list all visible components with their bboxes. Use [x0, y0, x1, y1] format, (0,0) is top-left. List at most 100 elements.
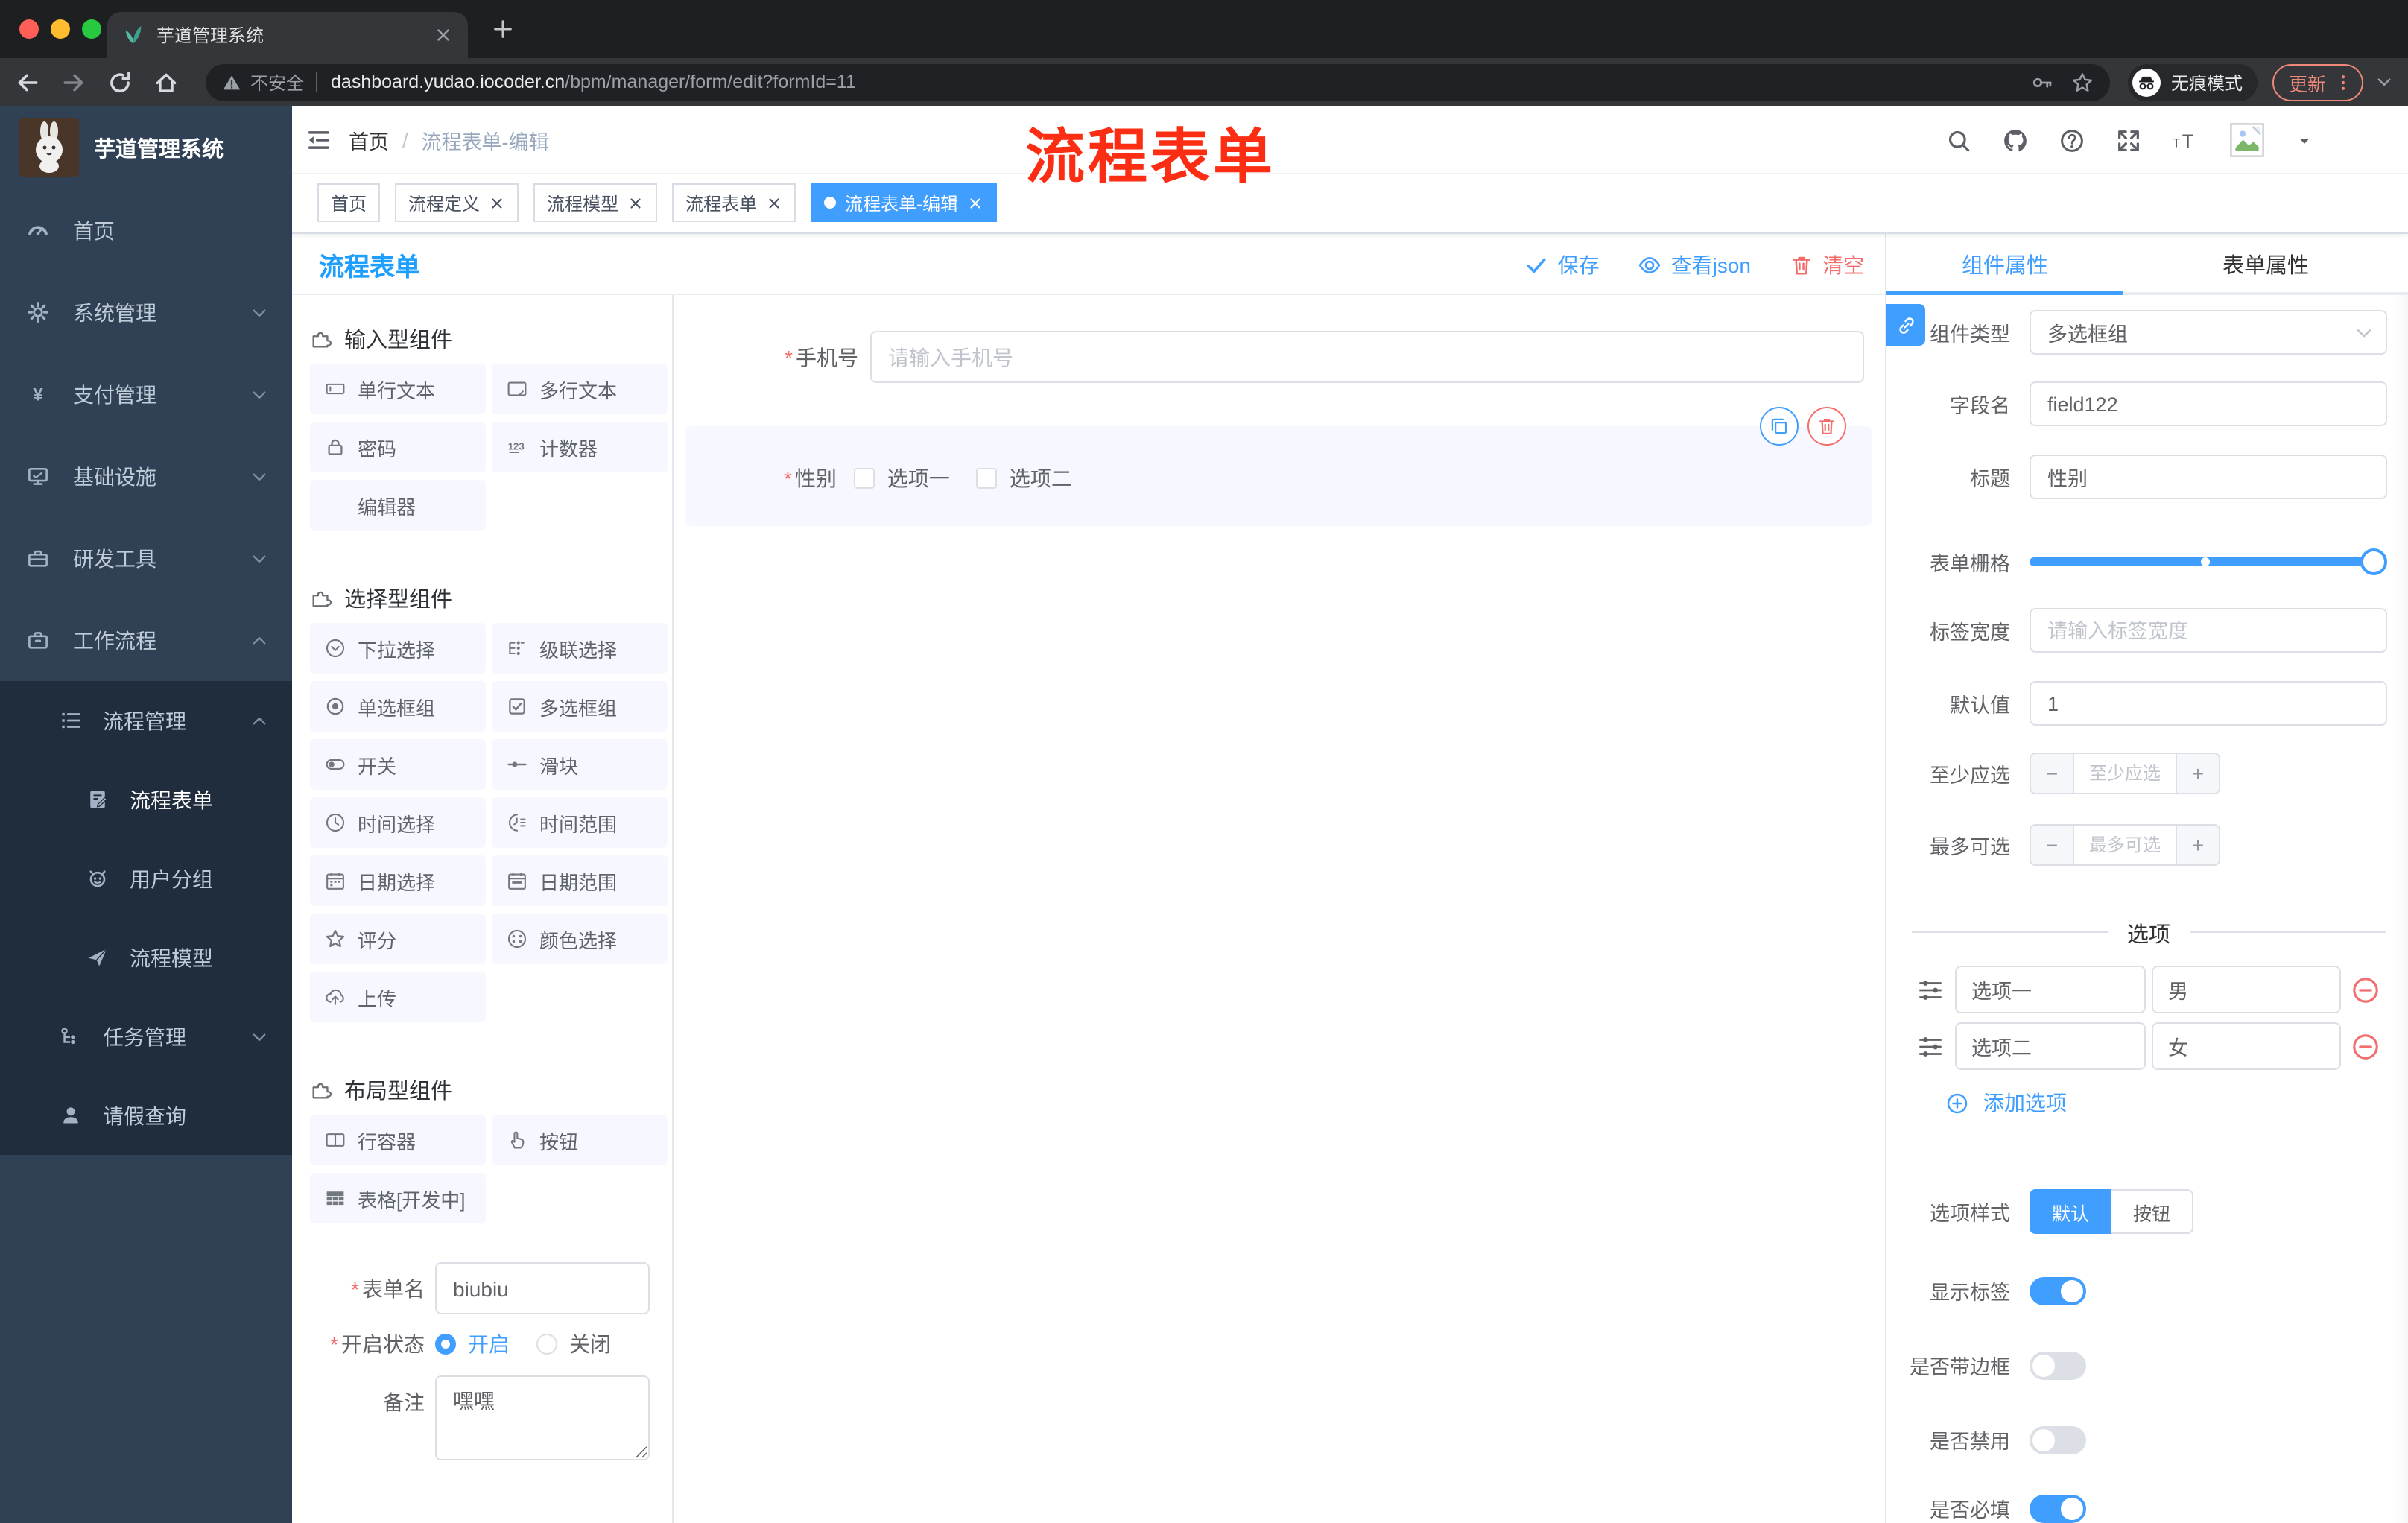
status-off-label[interactable]: 关闭	[569, 1329, 611, 1359]
drag-handle-icon[interactable]	[1916, 1032, 1945, 1060]
toggle-on[interactable]	[2030, 1276, 2086, 1305]
link-tag-button[interactable]	[1886, 304, 1925, 346]
gender-option1-label[interactable]: 选项一	[887, 463, 950, 493]
palette-item[interactable]: 日期范围	[492, 855, 668, 906]
sidebar-item-5[interactable]: 研发工具	[0, 517, 292, 599]
palette-item[interactable]: 表格[开发中]	[310, 1173, 486, 1223]
palette-item[interactable]: 下拉选择	[310, 623, 486, 674]
gender-option2-checkbox[interactable]	[976, 468, 998, 489]
title-input[interactable]	[2030, 455, 2387, 499]
url-text[interactable]: dashboard.yudao.iocoder.cn/bpm/manager/f…	[331, 72, 2013, 92]
palette-item[interactable]: 单选框组	[310, 681, 486, 732]
sidebar-fold-icon[interactable]	[305, 127, 332, 153]
avatar[interactable]	[2229, 122, 2265, 158]
palette-item[interactable]: 编辑器	[310, 480, 486, 531]
clear-button[interactable]: 清空	[1790, 250, 1864, 279]
palette-item[interactable]: 级联选择	[492, 623, 668, 674]
sidebar-item-9[interactable]: 用户分组	[0, 839, 292, 918]
phone-field-input[interactable]	[870, 331, 1864, 383]
palette-item[interactable]: 单行文本	[310, 364, 486, 414]
tab-form-props[interactable]: 表单属性	[2123, 234, 2408, 295]
scroll-gutter[interactable]	[2393, 295, 2408, 1523]
status-on-label[interactable]: 开启	[468, 1329, 510, 1359]
new-tab-button[interactable]	[492, 18, 514, 40]
tags-view-tab-4[interactable]: 流程表单	[672, 183, 796, 222]
palette-item[interactable]: 滑块	[492, 739, 668, 790]
remove-option-icon[interactable]	[2351, 1032, 2380, 1060]
gender-option1-checkbox[interactable]	[854, 468, 875, 489]
minus-button[interactable]: −	[2031, 826, 2074, 864]
label-width-input[interactable]	[2030, 608, 2387, 653]
status-on-radio[interactable]	[435, 1334, 456, 1355]
toggle-off[interactable]	[2030, 1351, 2086, 1379]
font-size-icon[interactable]: TT	[2173, 127, 2198, 153]
security-label[interactable]: 不安全	[250, 69, 304, 95]
tag-close-icon[interactable]	[967, 194, 983, 211]
sidebar-item-1[interactable]: 首页	[0, 189, 292, 271]
bookmark-star-icon[interactable]	[2071, 71, 2094, 93]
palette-item[interactable]: 日期选择	[310, 855, 486, 906]
browser-menu-icon[interactable]	[2333, 72, 2353, 92]
breadcrumb-home[interactable]: 首页	[349, 125, 389, 155]
tag-close-icon[interactable]	[627, 194, 644, 211]
slider-thumb[interactable]	[2360, 548, 2387, 575]
form-grid-slider[interactable]	[2030, 548, 2387, 575]
sidebar-item-7[interactable]: 流程管理	[0, 681, 292, 760]
status-off-radio[interactable]	[536, 1334, 557, 1355]
security-warning-icon[interactable]	[222, 72, 241, 92]
toggle-on[interactable]	[2030, 1494, 2086, 1522]
sidebar-item-10[interactable]: 流程模型	[0, 918, 292, 997]
form-name-input[interactable]	[435, 1262, 650, 1314]
palette-item[interactable]: 多选框组	[492, 681, 668, 732]
search-icon[interactable]	[1946, 127, 1971, 153]
palette-item[interactable]: 颜色选择	[492, 914, 668, 964]
option-name-input[interactable]	[1955, 966, 2146, 1013]
fullscreen-icon[interactable]	[2116, 127, 2141, 153]
palette-item[interactable]: 行容器	[310, 1115, 486, 1165]
tags-view-tab-1[interactable]: 首页	[317, 183, 381, 222]
option-name-input[interactable]	[1955, 1022, 2146, 1070]
sidebar-item-8[interactable]: 流程表单	[0, 760, 292, 839]
field-name-input[interactable]	[2030, 381, 2387, 426]
palette-item[interactable]: 多行文本	[492, 364, 668, 414]
sidebar-item-6[interactable]: 工作流程	[0, 599, 292, 681]
forward-icon[interactable]	[61, 69, 86, 95]
browser-tab[interactable]: 芋道管理系统	[107, 12, 468, 58]
window-close-button[interactable]	[19, 19, 39, 39]
password-key-icon[interactable]	[2031, 71, 2053, 93]
palette-item[interactable]: 上传	[310, 972, 486, 1022]
github-icon[interactable]	[2003, 127, 2028, 153]
sidebar-logo[interactable]: 芋道管理系统	[0, 106, 292, 189]
home-icon[interactable]	[153, 69, 179, 95]
plus-button[interactable]: +	[2176, 754, 2219, 793]
tags-view-tab-3[interactable]: 流程模型	[533, 183, 658, 222]
palette-item[interactable]: 评分	[310, 914, 486, 964]
component-type-select[interactable]: 多选框组	[2030, 310, 2387, 355]
window-minimize-button[interactable]	[51, 19, 70, 39]
palette-item[interactable]: 时间选择	[310, 797, 486, 848]
save-button[interactable]: 保存	[1525, 250, 1600, 279]
tags-view-tab-5[interactable]: 流程表单-编辑	[811, 183, 998, 222]
sidebar-item-12[interactable]: 请假查询	[0, 1076, 292, 1155]
tab-close-icon[interactable]	[434, 25, 453, 45]
add-option-button[interactable]: 添加选项	[1946, 1085, 2067, 1121]
window-zoom-button[interactable]	[82, 19, 101, 39]
sidebar-item-4[interactable]: 基础设施	[0, 435, 292, 517]
refresh-icon[interactable]	[107, 69, 133, 95]
tab-component-props[interactable]: 组件属性	[1886, 234, 2123, 295]
help-icon[interactable]	[2059, 127, 2085, 153]
drag-handle-icon[interactable]	[1916, 975, 1945, 1004]
palette-item[interactable]: 密码	[310, 422, 486, 472]
address-bar[interactable]: 不安全 dashboard.yudao.iocoder.cn/bpm/manag…	[206, 63, 2110, 101]
toggle-off[interactable]	[2030, 1425, 2086, 1454]
tag-close-icon[interactable]	[766, 194, 782, 211]
gender-option2-label[interactable]: 选项二	[1010, 463, 1072, 493]
option-value-input[interactable]	[2152, 1022, 2341, 1070]
sidebar-item-11[interactable]: 任务管理	[0, 997, 292, 1076]
palette-item[interactable]: 开关	[310, 739, 486, 790]
view-json-button[interactable]: 查看json	[1638, 250, 1751, 279]
sidebar-item-2[interactable]: 系统管理	[0, 271, 292, 353]
option-style-button[interactable]: 按钮	[2111, 1189, 2193, 1234]
remove-option-icon[interactable]	[2351, 975, 2380, 1004]
minus-button[interactable]: −	[2031, 754, 2074, 793]
